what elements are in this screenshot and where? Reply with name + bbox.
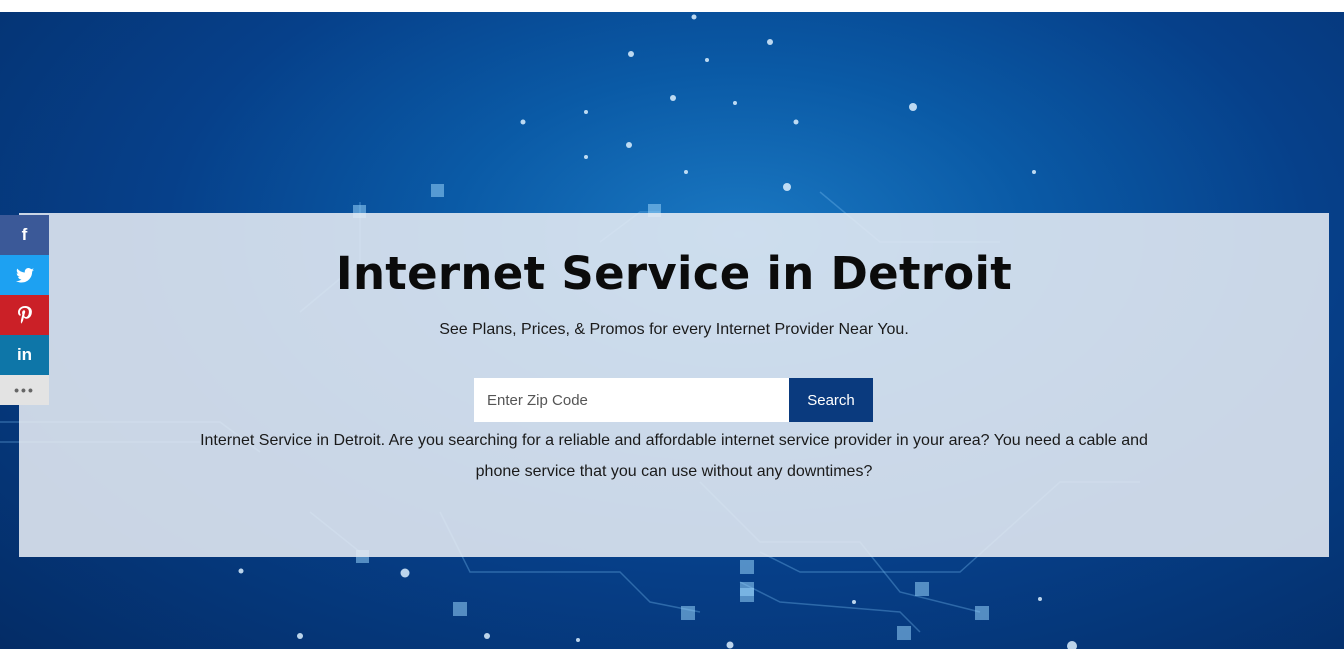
intro-description: Internet Service in Detroit. Are you sea… (200, 432, 1148, 480)
twitter-icon (15, 267, 34, 283)
social-share-bar: f in ••• (0, 215, 49, 405)
hero-panel: Internet Service in Detroit See Plans, P… (19, 213, 1329, 557)
zip-search-form: Search (474, 378, 873, 422)
more-share-options-button[interactable]: ••• (0, 375, 49, 405)
zip-code-input[interactable] (474, 378, 789, 422)
linkedin-icon: in (16, 345, 33, 364)
search-button[interactable]: Search (789, 378, 873, 422)
more-icon: ••• (14, 382, 35, 398)
facebook-icon: f (21, 225, 28, 244)
linkedin-share-button[interactable]: in (0, 335, 49, 375)
hero-section: Internet Service in Detroit See Plans, P… (0, 12, 1344, 649)
page-subtitle: See Plans, Prices, & Promos for every In… (439, 321, 909, 338)
facebook-share-button[interactable]: f (0, 215, 49, 255)
pinterest-icon (17, 306, 32, 324)
page-title: Internet Service in Detroit (335, 247, 1013, 300)
pinterest-share-button[interactable] (0, 295, 49, 335)
twitter-share-button[interactable] (0, 255, 49, 295)
